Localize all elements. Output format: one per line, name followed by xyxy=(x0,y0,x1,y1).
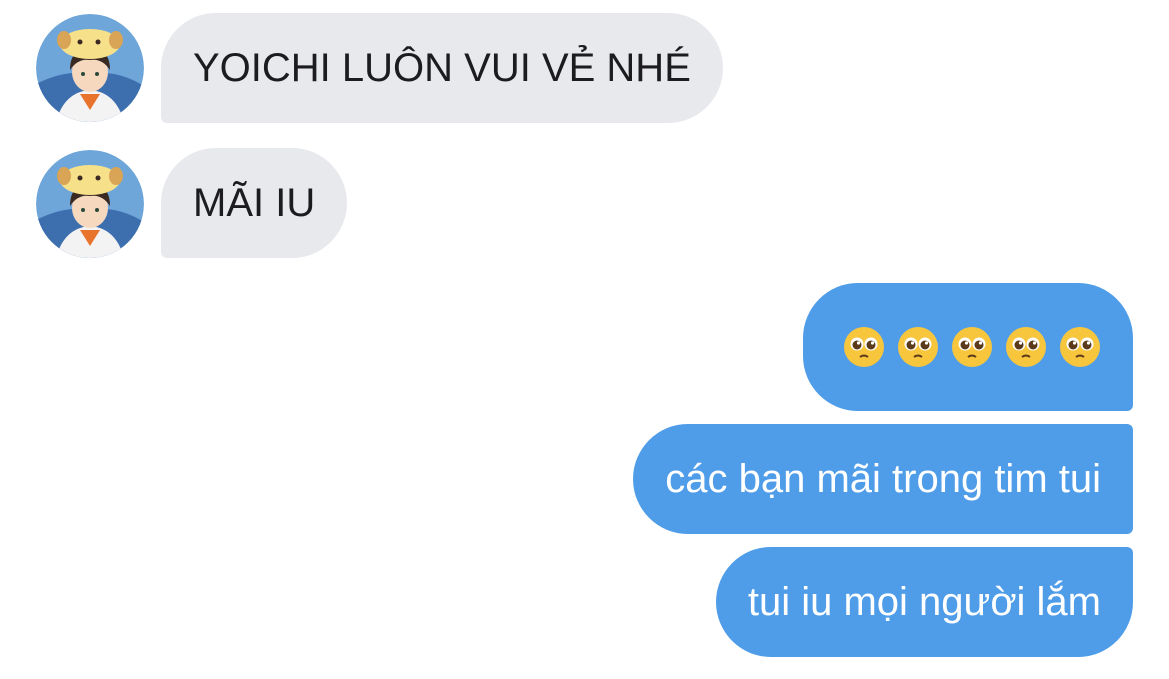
outgoing-emoji-bubble[interactable] xyxy=(803,283,1133,411)
outgoing-message-bubble[interactable]: tui iu mọi người lắm xyxy=(715,547,1133,657)
pleading-face-icon xyxy=(1060,327,1100,367)
chat-thread: YOICHI LUÔN VUI VẺ NHÉ MÃI IU các bạn mã… xyxy=(0,0,1169,679)
incoming-message-bubble[interactable]: MÃI IU xyxy=(161,148,348,258)
message-text: YOICHI LUÔN VUI VẺ NHÉ xyxy=(193,46,691,90)
anime-character-avatar-image xyxy=(36,150,144,258)
anime-character-avatar-image xyxy=(36,14,144,122)
incoming-message-bubble[interactable]: YOICHI LUÔN VUI VẺ NHÉ xyxy=(161,13,723,123)
message-text: các bạn mãi trong tim tui xyxy=(665,457,1101,501)
outgoing-message-bubble[interactable]: các bạn mãi trong tim tui xyxy=(633,424,1133,534)
pleading-face-icon xyxy=(844,327,884,367)
pleading-face-icon xyxy=(898,327,938,367)
contact-avatar[interactable] xyxy=(36,150,144,258)
pleading-face-icon xyxy=(952,327,992,367)
emoji-row xyxy=(843,326,1101,368)
message-text: MÃI IU xyxy=(193,181,316,225)
pleading-face-icon xyxy=(1006,327,1046,367)
contact-avatar[interactable] xyxy=(36,14,144,122)
message-text: tui iu mọi người lắm xyxy=(747,580,1101,624)
